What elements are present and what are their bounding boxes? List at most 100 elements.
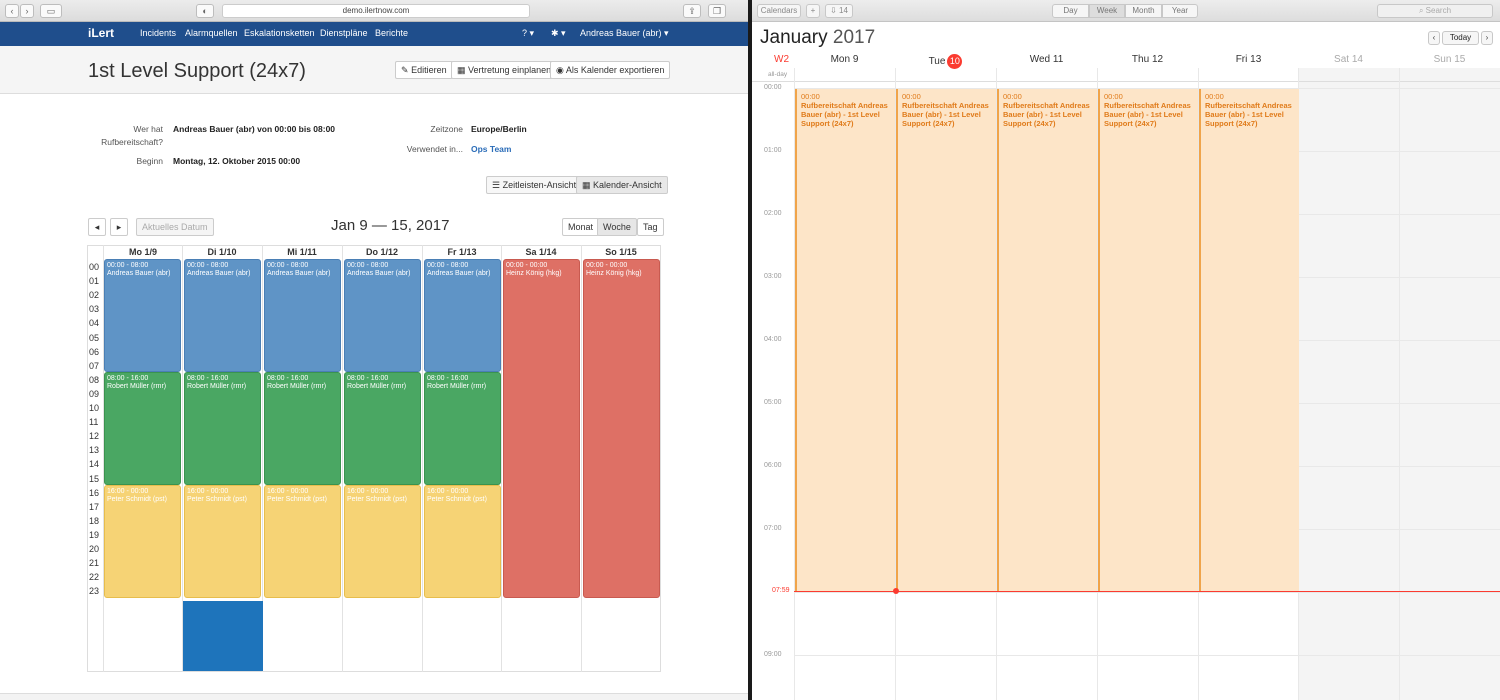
shift-event-weekend[interactable]: 00:00 - 00:00 Heinz König (hkg) [583,259,660,598]
shift-person: Andreas Bauer (abr) [347,270,411,277]
search-field[interactable]: ⌕ Search [1377,4,1493,18]
next-week-button[interactable]: ▸ [110,218,128,236]
shift-event-day[interactable]: 08:00 - 16:00 Robert Müller (rmr) [184,372,261,485]
current-time-label: 07:59 [772,587,790,594]
week-view-button[interactable]: Woche [597,218,637,236]
oncall-event[interactable]: 00:00 Rufbereitschaft Andreas Bauer (abr)… [896,89,996,591]
shift-event-day[interactable]: 08:00 - 16:00 Robert Müller (rmr) [104,372,181,485]
export-label: Als Kalender exportieren [565,65,665,75]
share-icon[interactable]: ⇪ [683,4,701,18]
shift-time: 16:00 - 00:00 [187,488,229,495]
shift-event-evening[interactable]: 16:00 - 00:00 Peter Schmidt (pst) [184,485,261,598]
shift-event-evening[interactable]: 16:00 - 00:00 Peter Schmidt (pst) [424,485,501,598]
day-name: Tue [928,56,946,67]
shift-event-day[interactable]: 08:00 - 16:00 Robert Müller (rmr) [424,372,501,485]
substitute-label: Vertretung einplanen [468,65,552,75]
next-week-button[interactable]: › [1481,31,1493,45]
add-event-button[interactable]: + [806,4,820,18]
gear-icon[interactable]: ✱ ▾ [551,28,566,39]
chevron-right-icon: › [1485,33,1489,42]
shield-icon[interactable]: ◐ [196,4,214,18]
event-title: Rufbereitschaft Andreas Bauer (abr) - 1s… [1003,101,1090,128]
week-segment[interactable]: Week [1089,4,1125,18]
hour-label: 21 [89,558,100,569]
day-header-tue: Di 1/10 [207,247,237,257]
day-header-sat[interactable]: Sat 14 [1298,54,1399,65]
calendar-toolbar: Calendars + ⇩ 14 Day Week Month Year ⌕ S… [752,0,1500,22]
oncall-event[interactable]: 00:00 Rufbereitschaft Andreas Bauer (abr)… [1199,89,1299,591]
day-header-sun[interactable]: Sun 15 [1399,54,1500,65]
nav-item-incidents[interactable]: Incidents [140,28,176,38]
ops-team-link[interactable]: Ops Team [471,144,511,154]
day-segment[interactable]: Day [1052,4,1089,18]
sidebar-icon[interactable]: ▭ [40,4,62,18]
shift-time: 08:00 - 16:00 [107,375,149,382]
current-date-button[interactable]: Aktuelles Datum [136,218,214,236]
hour-label: 13 [89,445,100,456]
year-segment[interactable]: Year [1162,4,1198,18]
shift-event-morning[interactable]: 00:00 - 08:00 Andreas Bauer (abr) [104,259,181,372]
timeline-view-button[interactable]: ☰ Zeitleisten-Ansicht [486,176,583,194]
hour-label: 18 [89,515,100,526]
tabs-icon[interactable]: ❐ [708,4,726,18]
inbox-button[interactable]: ⇩ 14 [825,4,853,18]
month-segment[interactable]: Month [1125,4,1162,18]
export-calendar-button[interactable]: ◉ Als Kalender exportieren [550,61,671,79]
shift-event-day[interactable]: 08:00 - 16:00 Robert Müller (rmr) [344,372,421,485]
oncall-event[interactable]: 00:00 Rufbereitschaft Andreas Bauer (abr)… [1098,89,1198,591]
calendar-view-button[interactable]: ▦ Kalender-Ansicht [576,176,668,194]
nav-item-berichte[interactable]: Berichte [375,28,408,38]
all-day-row[interactable]: all-day [752,68,1500,82]
address-bar[interactable]: demo.ilertnow.com [222,4,530,18]
shift-event-evening[interactable]: 16:00 - 00:00 Peter Schmidt (pst) [344,485,421,598]
calendars-button[interactable]: Calendars [757,4,801,18]
help-icon[interactable]: ? ▾ [522,28,534,39]
shift-event-morning[interactable]: 00:00 - 08:00 Andreas Bauer (abr) [344,259,421,372]
day-view-button[interactable]: Tag [637,218,664,236]
shift-event-evening[interactable]: 16:00 - 00:00 Peter Schmidt (pst) [264,485,341,598]
chevron-left-icon: ◂ [94,222,100,232]
nav-item-dienstplaene[interactable]: Dienstpläne [320,28,368,38]
shift-time: 00:00 - 00:00 [506,262,548,269]
oncall-label: Wer hat Rufbereitschaft? [100,124,163,147]
shift-event-evening[interactable]: 16:00 - 00:00 Peter Schmidt (pst) [104,485,181,598]
user-menu[interactable]: Andreas Bauer (abr) ▾ [580,28,669,39]
day-header-thu[interactable]: Thu 12 [1097,54,1198,65]
hour-label: 03 [89,304,100,315]
oncall-value: Andreas Bauer (abr) von 00:00 bis 08:00 [173,124,336,134]
help-label: ? [522,28,528,38]
drag-selection[interactable] [183,601,263,671]
day-header-wed[interactable]: Wed 11 [996,54,1097,65]
shift-event-weekend[interactable]: 00:00 - 00:00 Heinz König (hkg) [503,259,580,598]
shift-event-morning[interactable]: 00:00 - 08:00 Andreas Bauer (abr) [264,259,341,372]
timezone-value: Europe/Berlin [471,124,527,134]
oncall-event[interactable]: 00:00 Rufbereitschaft Andreas Bauer (abr)… [795,89,895,591]
chevron-right-icon: ▸ [116,222,122,232]
shift-event-morning[interactable]: 00:00 - 08:00 Andreas Bauer (abr) [184,259,261,372]
event-title: Rufbereitschaft Andreas Bauer (abr) - 1s… [902,101,989,128]
ilert-logo[interactable]: iLert [88,26,114,40]
edit-button[interactable]: ✎ Editieren [395,61,453,79]
nav-item-alarmquellen[interactable]: Alarmquellen [185,28,238,38]
day-header-fri[interactable]: Fri 13 [1198,54,1299,65]
prev-week-button[interactable]: ‹ [1428,31,1440,45]
month-view-button[interactable]: Monat [562,218,600,236]
year-label: 2017 [832,27,876,48]
day-header-mon[interactable]: Mon 9 [794,54,895,65]
nav-item-eskalationsketten[interactable]: Eskalationsketten [244,28,315,38]
start-label: Beginn [136,156,163,166]
hour-label: 11 [89,417,99,428]
rss-icon: ◉ [556,65,564,75]
shift-event-day[interactable]: 08:00 - 16:00 Robert Müller (rmr) [264,372,341,485]
forward-icon[interactable]: › [20,4,34,18]
today-button[interactable]: Today [1442,31,1479,45]
shift-event-morning[interactable]: 00:00 - 08:00 Andreas Bauer (abr) [424,259,501,372]
shift-time: 00:00 - 08:00 [187,262,229,269]
substitute-button[interactable]: ▦ Vertretung einplanen [451,61,558,79]
back-icon[interactable]: ‹ [5,4,19,18]
day-name: Wed [1029,54,1051,65]
oncall-event[interactable]: 00:00 Rufbereitschaft Andreas Bauer (abr)… [997,89,1097,591]
prev-week-button[interactable]: ◂ [88,218,106,236]
day-header-tue[interactable]: Tue 10 [895,54,996,69]
hour-label: 16 [89,487,100,498]
